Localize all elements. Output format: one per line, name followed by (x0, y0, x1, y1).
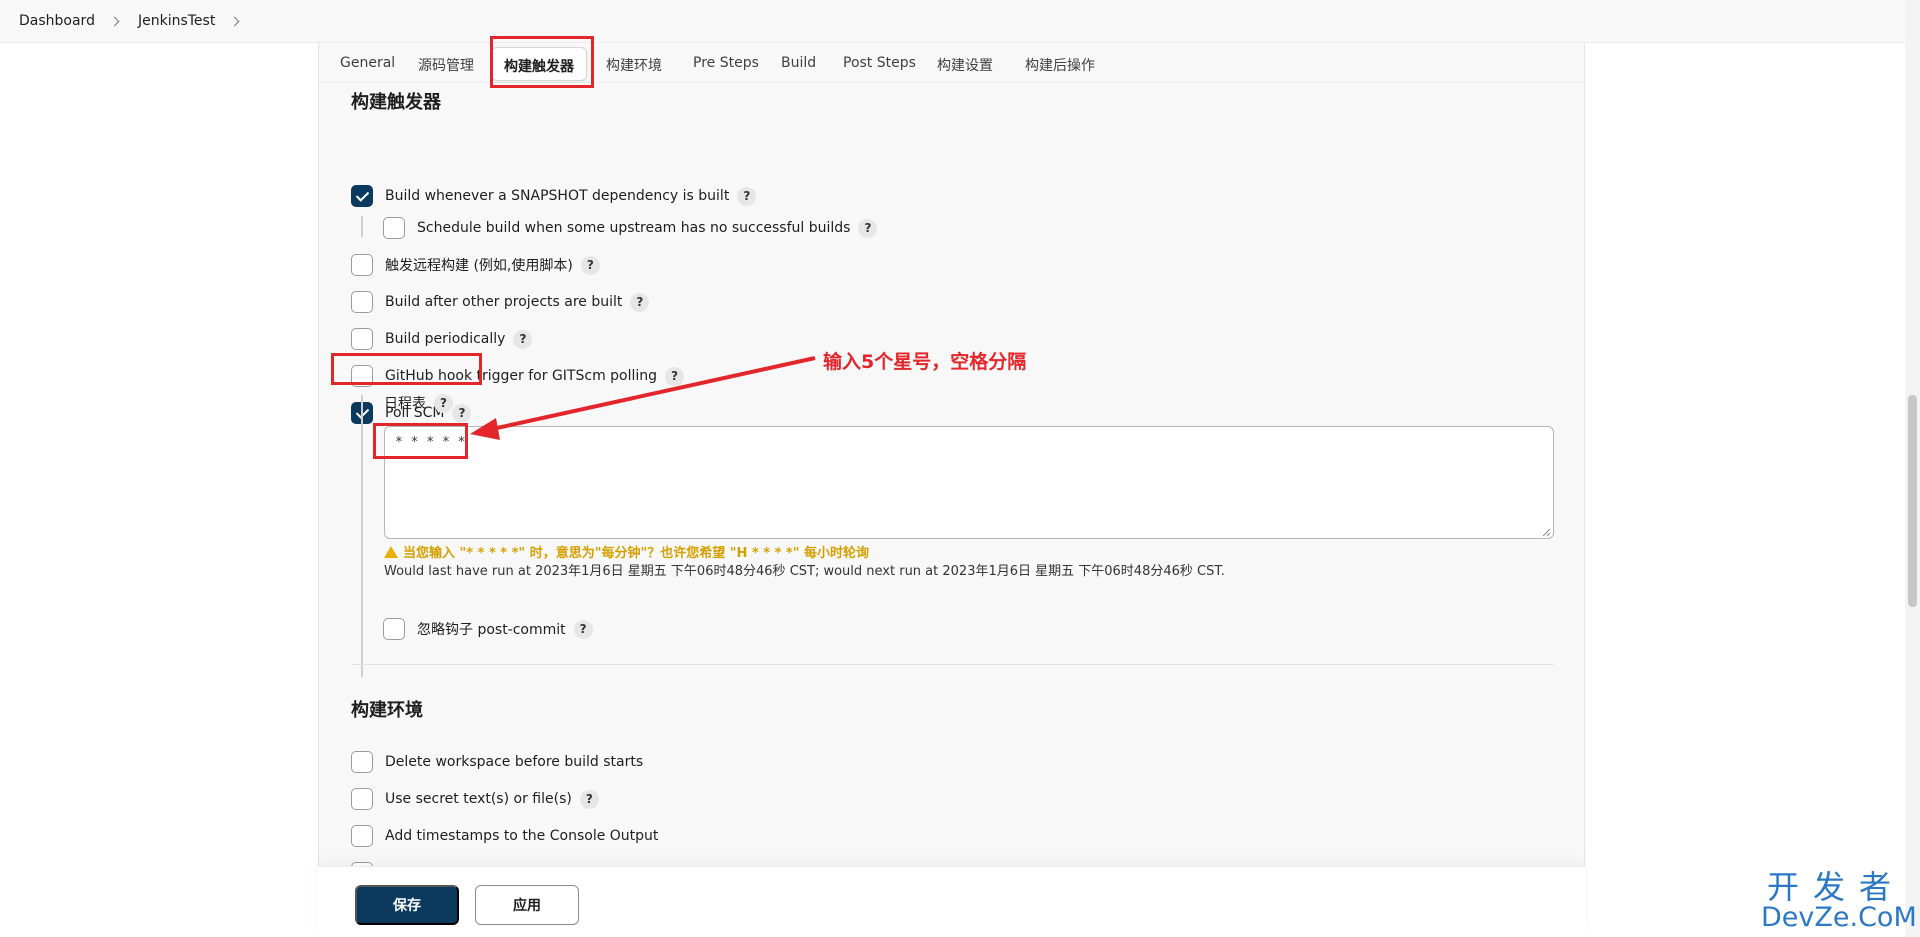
help-icon[interactable]: ? (737, 186, 757, 206)
schedule-label: 日程表 (384, 396, 426, 412)
breadcrumb-dashboard[interactable]: Dashboard (19, 13, 95, 29)
annotation-box-tab (490, 36, 594, 88)
section-title-triggers: 构建触发器 (351, 92, 441, 113)
page-scrollbar[interactable] (1905, 0, 1920, 937)
trigger-ignore-hook[interactable]: 忽略钩子 post-commit ? (383, 617, 593, 641)
apply-button[interactable]: 应用 (475, 885, 579, 925)
help-icon[interactable]: ? (573, 619, 593, 639)
tab-general[interactable]: General (340, 55, 395, 71)
breadcrumb-jenkinstest[interactable]: JenkinsTest (138, 13, 215, 29)
nest-line (361, 395, 363, 677)
schedule-run-info: Would last have run at 2023年1月6日 星期五 下午0… (384, 564, 1225, 579)
chevron-right-icon[interactable] (109, 16, 120, 26)
annotation-box-schedule (373, 423, 468, 459)
resize-grip-icon[interactable] (1541, 527, 1551, 537)
config-panel: General 源码管理 构建触发器 构建环境 Pre Steps Build … (318, 43, 1585, 937)
snapshot-label: Build whenever a SNAPSHOT dependency is … (385, 188, 730, 204)
periodically-label: Build periodically (385, 331, 506, 347)
schedule-warning-text: 当您输入 "* * * * *" 时，意思为"每分钟"？也许您希望 "H * *… (403, 546, 870, 561)
nest-line (361, 216, 363, 237)
remote-checkbox[interactable] (351, 254, 373, 276)
after-other-label: Build after other projects are built (385, 294, 623, 310)
help-icon[interactable]: ? (452, 403, 472, 423)
periodically-checkbox[interactable] (351, 328, 373, 350)
save-button[interactable]: 保存 (355, 885, 459, 925)
upstream-label: Schedule build when some upstream has no… (417, 220, 851, 236)
secret-text-label: Use secret text(s) or file(s) (385, 791, 572, 807)
tab-post-build-actions[interactable]: 构建后操作 (1025, 55, 1095, 75)
snapshot-checkbox[interactable] (351, 185, 373, 207)
warning-icon (384, 545, 398, 558)
upstream-checkbox[interactable] (383, 217, 405, 239)
after-other-checkbox[interactable] (351, 291, 373, 313)
timestamps-label: Add timestamps to the Console Output (385, 828, 659, 844)
annotation-text: 输入5个星号，空格分隔 (823, 351, 1027, 373)
breadcrumb: Dashboard JenkinsTest (0, 0, 1920, 43)
env-secret-text[interactable]: Use secret text(s) or file(s) ? (351, 787, 599, 811)
help-icon[interactable]: ? (665, 366, 685, 386)
env-timestamps[interactable]: Add timestamps to the Console Output (351, 824, 658, 848)
tab-build-settings[interactable]: 构建设置 (937, 55, 993, 75)
chevron-right-icon[interactable] (229, 16, 240, 26)
timestamps-checkbox[interactable] (351, 825, 373, 847)
ignore-hook-checkbox[interactable] (383, 618, 405, 640)
tab-scm[interactable]: 源码管理 (418, 55, 474, 75)
section-title-environment: 构建环境 (351, 700, 423, 721)
trigger-upstream[interactable]: Schedule build when some upstream has no… (383, 216, 878, 240)
tab-post-steps[interactable]: Post Steps (843, 55, 916, 71)
annotation-box-poll-scm (331, 353, 482, 385)
action-bar: 保存 应用 (318, 866, 1585, 937)
ignore-hook-label: 忽略钩子 post-commit (417, 622, 566, 638)
help-icon[interactable]: ? (630, 292, 650, 312)
env-delete-workspace[interactable]: Delete workspace before build starts (351, 750, 643, 774)
trigger-remote[interactable]: 触发远程构建 (例如,使用脚本) ? (351, 253, 600, 277)
help-icon[interactable]: ? (513, 329, 533, 349)
trigger-snapshot[interactable]: Build whenever a SNAPSHOT dependency is … (351, 184, 757, 208)
delete-workspace-checkbox[interactable] (351, 751, 373, 773)
scrollbar-thumb[interactable] (1908, 395, 1917, 607)
tab-build-environment[interactable]: 构建环境 (606, 55, 662, 75)
section-divider (351, 664, 1554, 665)
schedule-label-row: 日程表 ? (384, 393, 453, 413)
watermark-line2: DevZe.CoM (1761, 902, 1917, 933)
help-icon[interactable]: ? (580, 255, 600, 275)
watermark-logo: 开发者 DevZe.CoM (1761, 868, 1917, 933)
schedule-warning: 当您输入 "* * * * *" 时，意思为"每分钟"？也许您希望 "H * *… (384, 542, 869, 561)
remote-label: 触发远程构建 (例如,使用脚本) (385, 258, 573, 274)
watermark-line1: 开发者 (1766, 868, 1905, 906)
tab-pre-steps[interactable]: Pre Steps (693, 55, 759, 71)
trigger-after-other[interactable]: Build after other projects are built ? (351, 290, 650, 314)
delete-workspace-label: Delete workspace before build starts (385, 754, 644, 770)
help-icon[interactable]: ? (434, 393, 453, 413)
secret-text-checkbox[interactable] (351, 788, 373, 810)
help-icon[interactable]: ? (579, 789, 599, 809)
trigger-periodically[interactable]: Build periodically ? (351, 327, 533, 351)
schedule-textarea[interactable]: * * * * * (384, 426, 1554, 539)
help-icon[interactable]: ? (858, 218, 878, 238)
tab-build[interactable]: Build (781, 55, 816, 71)
